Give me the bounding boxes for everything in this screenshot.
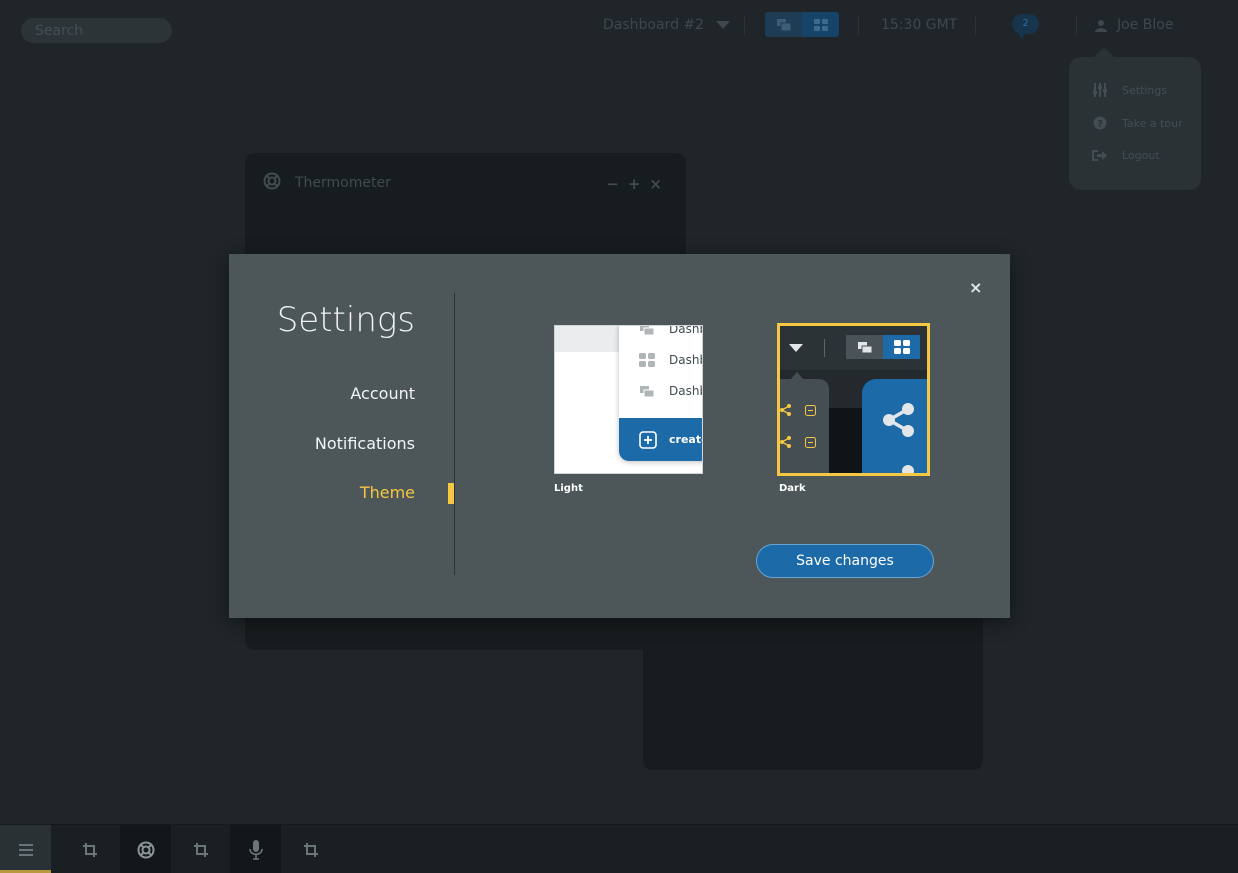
preview-widget: [829, 408, 862, 473]
user-icon: [1095, 19, 1107, 32]
minus-square-icon: [805, 437, 816, 448]
chevron-down-icon: [716, 21, 731, 29]
windows-icon: [640, 326, 655, 335]
grid-icon: [639, 353, 655, 367]
clock: 15:30 GMT: [881, 17, 958, 33]
user-name: Joe Bloe: [1117, 17, 1174, 33]
theme-option-dark[interactable]: [777, 323, 930, 476]
crop-button[interactable]: [285, 825, 336, 873]
widget-title: Thermometer: [295, 175, 391, 191]
preview-row: Dashb: [639, 353, 702, 367]
search-input[interactable]: [21, 18, 172, 43]
dashboard-select-label: Dashboard #2: [603, 17, 705, 33]
menu-button[interactable]: [0, 825, 51, 873]
lifebuoy-button[interactable]: [120, 825, 171, 873]
user-menu-button[interactable]: Joe Bloe: [1095, 17, 1173, 33]
lifebuoy-icon: [137, 841, 154, 858]
menu-item-label: Settings: [1122, 83, 1168, 97]
menu-icon: [18, 843, 33, 856]
widget-controls: − + ×: [606, 175, 662, 193]
view-toggle[interactable]: [765, 12, 839, 37]
user-dropdown: Settings ? Take a tour Logout: [1069, 47, 1201, 190]
dot: [902, 465, 914, 473]
menu-item-tour[interactable]: ? Take a tour: [1092, 116, 1183, 130]
microphone-button[interactable]: [230, 825, 281, 873]
preview-row-label: Dashb: [669, 325, 702, 336]
sliders-icon: [1092, 83, 1108, 97]
divider: [824, 339, 825, 357]
preview-dropdown: Dashb Dashb Dashb create: [619, 325, 702, 461]
maximize-icon[interactable]: +: [628, 175, 641, 193]
menu-item-logout[interactable]: Logout: [1092, 149, 1160, 162]
nav-divider: [454, 293, 455, 575]
theme-label-light: Light: [554, 483, 583, 494]
menu-item-label: Take a tour: [1122, 116, 1183, 130]
preview-row-label: Dashb: [669, 353, 702, 367]
dashboard-select[interactable]: Dashboard #2: [603, 17, 731, 33]
question-icon: ?: [1092, 116, 1108, 130]
preview-create-button: create: [619, 418, 702, 461]
svg-text:?: ?: [1097, 119, 1103, 130]
share-icon: [883, 403, 914, 437]
search-box[interactable]: [21, 18, 172, 43]
menu-item-settings[interactable]: Settings: [1092, 83, 1167, 97]
grid-icon: [893, 340, 910, 354]
divider: [744, 17, 745, 35]
plus-square-icon: [639, 430, 657, 449]
preview-topbar: [780, 326, 927, 370]
preview-row: Dashb: [639, 325, 702, 336]
close-icon[interactable]: ×: [649, 175, 662, 193]
windows-view-button[interactable]: [765, 12, 802, 37]
theme-option-light[interactable]: Dashb Dashb Dashb create: [554, 325, 703, 474]
preview-sidebar: [780, 379, 829, 473]
crop-icon: [303, 842, 318, 857]
nav-item-theme[interactable]: Theme: [360, 483, 415, 502]
preview-view-toggle: [846, 335, 920, 359]
divider: [1076, 17, 1077, 35]
microphone-icon: [248, 839, 263, 860]
minimize-icon[interactable]: −: [606, 175, 619, 193]
minus-square-icon: [805, 405, 816, 416]
divider: [858, 17, 859, 35]
divider: [975, 17, 976, 35]
crop-button[interactable]: [64, 825, 115, 873]
windows-icon: [640, 385, 655, 397]
preview-create-label: create: [669, 433, 702, 446]
menu-item-label: Logout: [1122, 149, 1160, 162]
preview-share-panel: [862, 379, 927, 473]
preview-row-label: Dashb: [669, 384, 702, 398]
active-nav-indicator: [448, 483, 454, 504]
crop-button[interactable]: [175, 825, 226, 873]
grid-view-button[interactable]: [802, 12, 839, 37]
windows-icon: [857, 341, 872, 353]
lifebuoy-icon: [263, 172, 281, 194]
windows-icon: [776, 18, 791, 31]
share-icon: [780, 436, 791, 448]
preview-row: Dashb: [639, 384, 702, 398]
crop-icon: [193, 842, 208, 857]
chat-badge-icon[interactable]: 2: [1012, 14, 1039, 39]
close-icon[interactable]: ×: [969, 278, 982, 297]
chevron-down-icon: [789, 344, 803, 352]
modal-title: Settings: [276, 300, 415, 340]
grid-icon: [813, 18, 828, 31]
theme-label-dark: Dark: [779, 483, 806, 494]
nav-item-notifications[interactable]: Notifications: [315, 434, 415, 453]
crop-icon: [82, 842, 97, 857]
settings-modal: × Settings Account Notifications Theme D…: [229, 254, 1010, 618]
nav-item-account[interactable]: Account: [350, 384, 415, 403]
logout-icon: [1092, 149, 1108, 162]
share-icon: [780, 404, 791, 416]
save-changes-button[interactable]: Save changes: [756, 544, 934, 578]
bottom-toolbar: [0, 824, 1238, 873]
